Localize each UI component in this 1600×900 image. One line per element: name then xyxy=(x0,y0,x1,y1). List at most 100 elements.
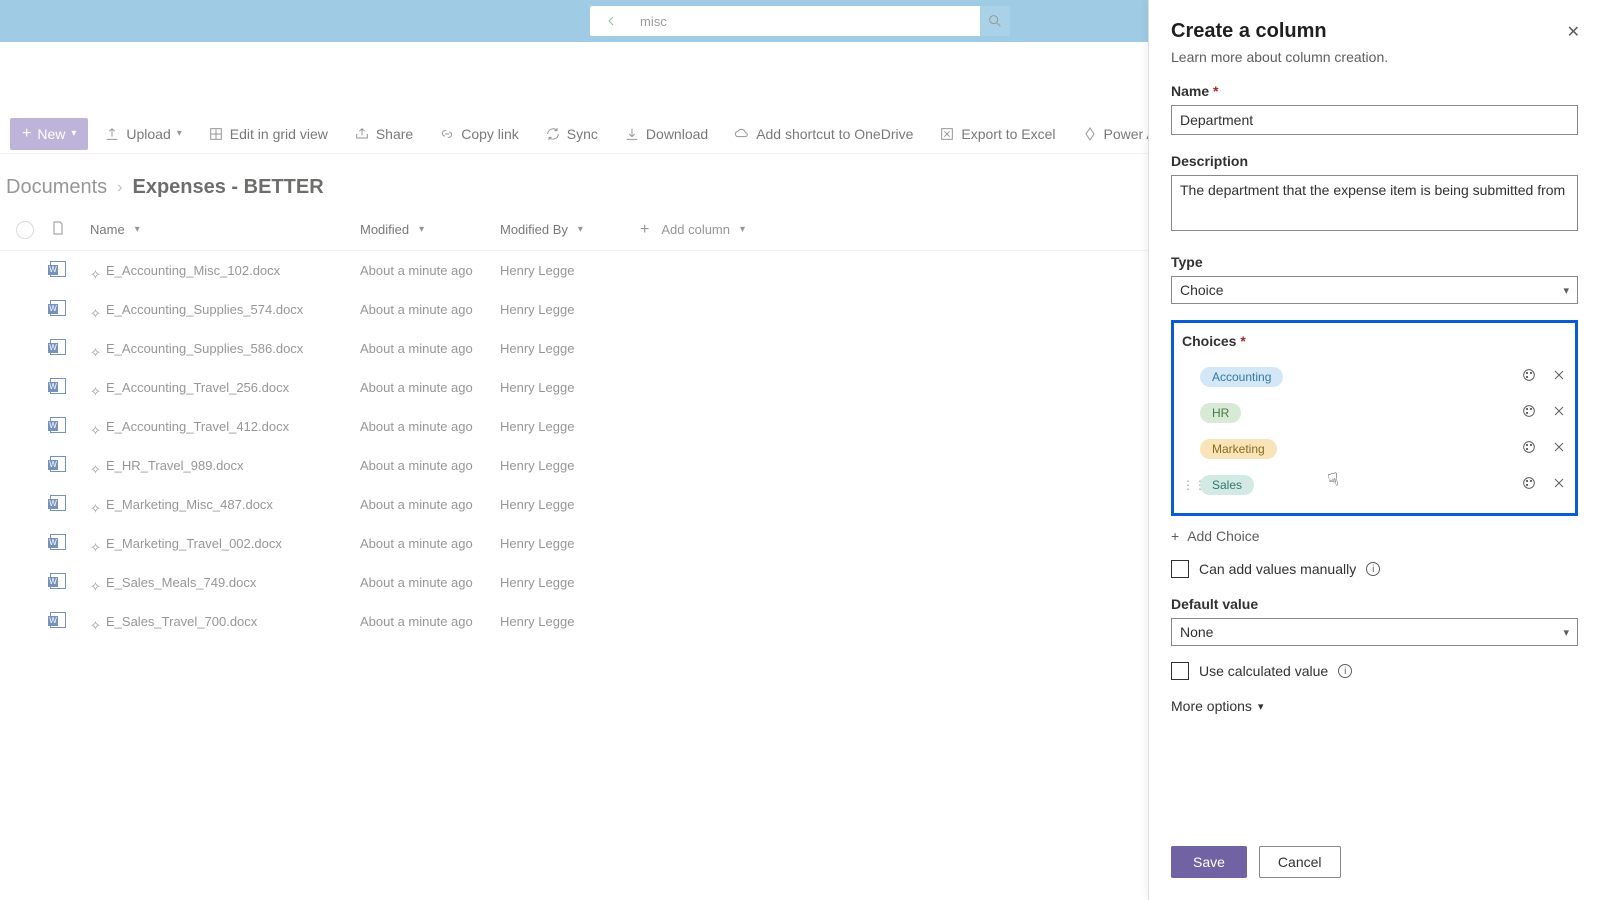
file-modified: About a minute ago xyxy=(360,380,500,395)
default-value-select[interactable]: None ▾ xyxy=(1171,618,1578,646)
close-panel-button[interactable]: ✕ xyxy=(1567,22,1580,42)
breadcrumb-current: Expenses - BETTER xyxy=(132,176,323,199)
choice-row: ⋮⋮Accounting xyxy=(1182,359,1567,395)
type-icon-col xyxy=(50,220,90,239)
choice-pill[interactable]: Accounting xyxy=(1200,367,1283,387)
palette-icon[interactable] xyxy=(1521,439,1537,460)
file-name[interactable]: ✧E_Marketing_Travel_002.docx xyxy=(90,536,360,551)
edit-grid-button[interactable]: Edit in grid view xyxy=(198,118,338,150)
remove-choice-icon[interactable] xyxy=(1551,403,1567,424)
more-options-toggle[interactable]: More options ▾ xyxy=(1171,698,1578,714)
palette-icon[interactable] xyxy=(1521,475,1537,496)
choice-row: ⋮⋮Marketing xyxy=(1182,431,1567,467)
col-header-modified-by[interactable]: Modified By xyxy=(500,222,640,237)
file-modified: About a minute ago xyxy=(360,263,500,278)
choice-pill[interactable]: Sales xyxy=(1200,475,1254,495)
choice-row: ⋮⋮ Sales xyxy=(1182,467,1567,503)
copy-link-button[interactable]: Copy link xyxy=(429,118,529,150)
file-modified: About a minute ago xyxy=(360,575,500,590)
file-name[interactable]: ✧E_Accounting_Supplies_586.docx xyxy=(90,341,360,356)
add-shortcut-label: Add shortcut to OneDrive xyxy=(756,126,913,142)
new-indicator-icon: ✧ xyxy=(90,501,98,509)
col-header-modified[interactable]: Modified xyxy=(360,222,500,237)
remove-choice-icon[interactable] xyxy=(1551,367,1567,388)
palette-icon[interactable] xyxy=(1521,367,1537,388)
new-indicator-icon: ✧ xyxy=(90,540,98,548)
col-header-name[interactable]: Name xyxy=(90,222,360,237)
sync-icon xyxy=(545,126,561,142)
file-name[interactable]: ✧E_Marketing_Misc_487.docx xyxy=(90,497,360,512)
type-select[interactable]: Choice ▾ xyxy=(1171,276,1578,304)
chevron-down-icon: ▾ xyxy=(1563,626,1569,639)
col-name-label: Name xyxy=(90,222,125,237)
file-name[interactable]: ✧E_Accounting_Travel_256.docx xyxy=(90,380,360,395)
file-icon xyxy=(50,220,66,236)
new-indicator-icon: ✧ xyxy=(90,345,98,353)
panel-subtitle-link[interactable]: Learn more about column creation. xyxy=(1171,49,1578,65)
download-button[interactable]: Download xyxy=(614,118,718,150)
file-type-icon xyxy=(50,378,90,397)
file-modified: About a minute ago xyxy=(360,302,500,317)
sync-button[interactable]: Sync xyxy=(535,118,608,150)
breadcrumb-sep: › xyxy=(117,179,122,197)
file-modified-by: Henry Legge xyxy=(500,458,640,473)
file-name[interactable]: ✧E_HR_Travel_989.docx xyxy=(90,458,360,473)
upload-icon xyxy=(104,126,120,142)
palette-icon[interactable] xyxy=(1521,403,1537,424)
upload-button[interactable]: Upload▾ xyxy=(94,118,191,150)
export-excel-button[interactable]: Export to Excel xyxy=(929,118,1065,150)
file-type-icon xyxy=(50,456,90,475)
remove-choice-icon[interactable] xyxy=(1551,475,1567,496)
copy-link-label: Copy link xyxy=(461,126,519,142)
more-options-label: More options xyxy=(1171,698,1252,714)
file-type-icon xyxy=(50,612,90,631)
back-button[interactable] xyxy=(590,6,630,36)
choice-pill[interactable]: HR xyxy=(1200,403,1241,423)
add-column-button[interactable]: Add column xyxy=(640,221,790,239)
choice-pill[interactable]: Marketing xyxy=(1200,439,1277,459)
select-all-col[interactable] xyxy=(0,221,50,239)
new-button[interactable]: +New▾ xyxy=(10,118,88,150)
name-input[interactable] xyxy=(1171,105,1578,135)
default-value-text: None xyxy=(1180,624,1213,640)
file-modified: About a minute ago xyxy=(360,419,500,434)
cancel-button[interactable]: Cancel xyxy=(1259,846,1341,878)
use-calculated-checkbox[interactable] xyxy=(1171,662,1189,680)
search-input[interactable] xyxy=(630,6,980,36)
file-name[interactable]: ✧E_Accounting_Travel_412.docx xyxy=(90,419,360,434)
choice-row: ⋮⋮HR xyxy=(1182,395,1567,431)
powerapps-icon xyxy=(1082,126,1098,142)
file-name[interactable]: ✧E_Sales_Travel_700.docx xyxy=(90,614,360,629)
file-type-icon xyxy=(50,261,90,280)
file-type-icon xyxy=(50,495,90,514)
file-name[interactable]: ✧E_Accounting_Supplies_574.docx xyxy=(90,302,360,317)
file-name[interactable]: ✧E_Accounting_Misc_102.docx xyxy=(90,263,360,278)
file-modified: About a minute ago xyxy=(360,614,500,629)
drag-handle-icon[interactable]: ⋮⋮ xyxy=(1182,478,1192,492)
add-choice-label: Add Choice xyxy=(1187,528,1259,544)
new-button-label: New xyxy=(37,126,65,142)
create-column-panel: ✕ Create a column Learn more about colum… xyxy=(1148,0,1600,900)
save-button[interactable]: Save xyxy=(1171,846,1247,878)
plus-icon: + xyxy=(1171,528,1179,544)
add-shortcut-button[interactable]: Add shortcut to OneDrive xyxy=(724,118,923,150)
chevron-down-icon: ▾ xyxy=(1563,284,1569,297)
grid-icon xyxy=(208,126,224,142)
search-button[interactable] xyxy=(980,6,1010,36)
default-value-label: Default value xyxy=(1171,596,1578,612)
file-name[interactable]: ✧E_Sales_Meals_749.docx xyxy=(90,575,360,590)
type-value: Choice xyxy=(1180,282,1224,298)
share-button[interactable]: Share xyxy=(344,118,423,150)
can-add-values-checkbox[interactable] xyxy=(1171,560,1189,578)
remove-choice-icon[interactable] xyxy=(1551,439,1567,460)
file-modified-by: Henry Legge xyxy=(500,497,640,512)
edit-grid-label: Edit in grid view xyxy=(230,126,328,142)
breadcrumb-root[interactable]: Documents xyxy=(6,176,107,199)
info-icon[interactable]: i xyxy=(1366,562,1380,576)
file-modified-by: Henry Legge xyxy=(500,341,640,356)
description-input[interactable] xyxy=(1171,175,1578,231)
file-modified-by: Henry Legge xyxy=(500,302,640,317)
link-icon xyxy=(439,126,455,142)
add-choice-button[interactable]: + Add Choice xyxy=(1171,528,1578,544)
info-icon[interactable]: i xyxy=(1338,664,1352,678)
